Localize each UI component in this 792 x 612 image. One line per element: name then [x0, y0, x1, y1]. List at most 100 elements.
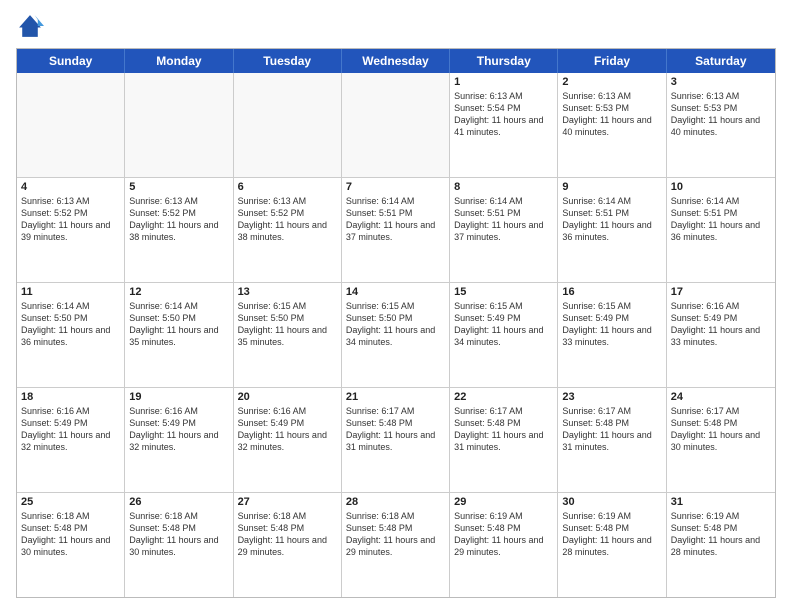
cal-cell-day-27: 27 Sunrise: 6:18 AM Sunset: 5:48 PM Dayli…: [234, 493, 342, 597]
cal-header-wednesday: Wednesday: [342, 49, 450, 73]
day-number: 10: [671, 181, 771, 193]
cal-cell-day-28: 28 Sunrise: 6:18 AM Sunset: 5:48 PM Dayli…: [342, 493, 450, 597]
cell-info: Sunrise: 6:14 AM Sunset: 5:51 PM Dayligh…: [346, 195, 445, 244]
cal-header-monday: Monday: [125, 49, 233, 73]
cell-info: Sunrise: 6:13 AM Sunset: 5:53 PM Dayligh…: [671, 90, 771, 139]
day-number: 26: [129, 496, 228, 508]
day-number: 19: [129, 391, 228, 403]
cal-cell-day-30: 30 Sunrise: 6:19 AM Sunset: 5:48 PM Dayli…: [558, 493, 666, 597]
cal-cell-day-10: 10 Sunrise: 6:14 AM Sunset: 5:51 PM Dayli…: [667, 178, 775, 282]
cal-cell-day-2: 2 Sunrise: 6:13 AM Sunset: 5:53 PM Daylig…: [558, 73, 666, 177]
cell-info: Sunrise: 6:15 AM Sunset: 5:50 PM Dayligh…: [238, 300, 337, 349]
day-number: 7: [346, 181, 445, 193]
cell-info: Sunrise: 6:13 AM Sunset: 5:52 PM Dayligh…: [129, 195, 228, 244]
logo: [16, 12, 48, 40]
cell-info: Sunrise: 6:13 AM Sunset: 5:52 PM Dayligh…: [238, 195, 337, 244]
calendar-body: 1 Sunrise: 6:13 AM Sunset: 5:54 PM Daylig…: [17, 73, 775, 597]
cell-info: Sunrise: 6:14 AM Sunset: 5:51 PM Dayligh…: [562, 195, 661, 244]
cal-cell-day-20: 20 Sunrise: 6:16 AM Sunset: 5:49 PM Dayli…: [234, 388, 342, 492]
cal-cell-empty: [17, 73, 125, 177]
cal-cell-day-31: 31Sunrise: 6:19 AM Sunset: 5:48 PM Dayli…: [667, 493, 775, 597]
cal-cell-day-14: 14 Sunrise: 6:15 AM Sunset: 5:50 PM Dayli…: [342, 283, 450, 387]
cell-info: Sunrise: 6:15 AM Sunset: 5:49 PM Dayligh…: [454, 300, 553, 349]
cell-info: Sunrise: 6:16 AM Sunset: 5:49 PM Dayligh…: [238, 405, 337, 454]
cell-info: Sunrise: 6:18 AM Sunset: 5:48 PM Dayligh…: [346, 510, 445, 559]
cell-info: Sunrise: 6:19 AM Sunset: 5:48 PM Dayligh…: [454, 510, 553, 559]
day-number: 13: [238, 286, 337, 298]
cal-header-thursday: Thursday: [450, 49, 558, 73]
cell-info: Sunrise: 6:16 AM Sunset: 5:49 PM Dayligh…: [671, 300, 771, 349]
day-number: 4: [21, 181, 120, 193]
cal-cell-day-4: 4 Sunrise: 6:13 AM Sunset: 5:52 PM Daylig…: [17, 178, 125, 282]
day-number: 17: [671, 286, 771, 298]
day-number: 25: [21, 496, 120, 508]
cell-info: Sunrise: 6:18 AM Sunset: 5:48 PM Dayligh…: [129, 510, 228, 559]
day-number: 30: [562, 496, 661, 508]
day-number: 24: [671, 391, 771, 403]
cell-info: Sunrise: 6:16 AM Sunset: 5:49 PM Dayligh…: [21, 405, 120, 454]
cal-cell-empty: [234, 73, 342, 177]
cal-header-tuesday: Tuesday: [234, 49, 342, 73]
cell-info: Sunrise: 6:13 AM Sunset: 5:54 PM Dayligh…: [454, 90, 553, 139]
cell-info: Sunrise: 6:18 AM Sunset: 5:48 PM Dayligh…: [238, 510, 337, 559]
day-number: 11: [21, 286, 120, 298]
cal-cell-day-3: 3 Sunrise: 6:13 AM Sunset: 5:53 PM Daylig…: [667, 73, 775, 177]
cal-cell-day-25: 25 Sunrise: 6:18 AM Sunset: 5:48 PM Dayli…: [17, 493, 125, 597]
cell-info: Sunrise: 6:13 AM Sunset: 5:53 PM Dayligh…: [562, 90, 661, 139]
cal-cell-day-6: 6 Sunrise: 6:13 AM Sunset: 5:52 PM Daylig…: [234, 178, 342, 282]
cal-header-friday: Friday: [558, 49, 666, 73]
day-number: 16: [562, 286, 661, 298]
cell-info: Sunrise: 6:15 AM Sunset: 5:49 PM Dayligh…: [562, 300, 661, 349]
calendar: SundayMondayTuesdayWednesdayThursdayFrid…: [16, 48, 776, 598]
day-number: 22: [454, 391, 553, 403]
cal-cell-empty: [342, 73, 450, 177]
cal-cell-day-5: 5 Sunrise: 6:13 AM Sunset: 5:52 PM Daylig…: [125, 178, 233, 282]
cell-info: Sunrise: 6:14 AM Sunset: 5:51 PM Dayligh…: [671, 195, 771, 244]
cal-cell-day-13: 13 Sunrise: 6:15 AM Sunset: 5:50 PM Dayli…: [234, 283, 342, 387]
day-number: 3: [671, 76, 771, 88]
cal-cell-day-18: 18 Sunrise: 6:16 AM Sunset: 5:49 PM Dayli…: [17, 388, 125, 492]
day-number: 8: [454, 181, 553, 193]
day-number: 23: [562, 391, 661, 403]
day-number: 1: [454, 76, 553, 88]
cal-row-0: 1 Sunrise: 6:13 AM Sunset: 5:54 PM Daylig…: [17, 73, 775, 177]
cal-cell-day-23: 23 Sunrise: 6:17 AM Sunset: 5:48 PM Dayli…: [558, 388, 666, 492]
cell-info: Sunrise: 6:17 AM Sunset: 5:48 PM Dayligh…: [671, 405, 771, 454]
cal-cell-day-17: 17 Sunrise: 6:16 AM Sunset: 5:49 PM Dayli…: [667, 283, 775, 387]
cal-cell-day-26: 26 Sunrise: 6:18 AM Sunset: 5:48 PM Dayli…: [125, 493, 233, 597]
day-number: 28: [346, 496, 445, 508]
cal-header-saturday: Saturday: [667, 49, 775, 73]
day-number: 18: [21, 391, 120, 403]
calendar-header-row: SundayMondayTuesdayWednesdayThursdayFrid…: [17, 49, 775, 73]
day-number: 14: [346, 286, 445, 298]
day-number: 2: [562, 76, 661, 88]
cell-info: Sunrise: 6:14 AM Sunset: 5:51 PM Dayligh…: [454, 195, 553, 244]
day-number: 5: [129, 181, 228, 193]
cell-info: Sunrise: 6:15 AM Sunset: 5:50 PM Dayligh…: [346, 300, 445, 349]
cal-cell-day-19: 19Sunrise: 6:16 AM Sunset: 5:49 PM Dayli…: [125, 388, 233, 492]
day-number: 31: [671, 496, 771, 508]
cal-cell-day-16: 16 Sunrise: 6:15 AM Sunset: 5:49 PM Dayli…: [558, 283, 666, 387]
cal-cell-empty: [125, 73, 233, 177]
day-number: 20: [238, 391, 337, 403]
cal-row-4: 25 Sunrise: 6:18 AM Sunset: 5:48 PM Dayli…: [17, 492, 775, 597]
cal-cell-day-1: 1 Sunrise: 6:13 AM Sunset: 5:54 PM Daylig…: [450, 73, 558, 177]
cell-info: Sunrise: 6:17 AM Sunset: 5:48 PM Dayligh…: [346, 405, 445, 454]
day-number: 29: [454, 496, 553, 508]
day-number: 27: [238, 496, 337, 508]
day-number: 6: [238, 181, 337, 193]
cell-info: Sunrise: 6:13 AM Sunset: 5:52 PM Dayligh…: [21, 195, 120, 244]
cell-info: Sunrise: 6:17 AM Sunset: 5:48 PM Dayligh…: [562, 405, 661, 454]
cell-info: Sunrise: 6:18 AM Sunset: 5:48 PM Dayligh…: [21, 510, 120, 559]
cal-cell-day-29: 29 Sunrise: 6:19 AM Sunset: 5:48 PM Dayli…: [450, 493, 558, 597]
cell-info: Sunrise: 6:19 AM Sunset: 5:48 PM Dayligh…: [562, 510, 661, 559]
cal-cell-day-21: 21Sunrise: 6:17 AM Sunset: 5:48 PM Dayli…: [342, 388, 450, 492]
cell-info: Sunrise: 6:14 AM Sunset: 5:50 PM Dayligh…: [129, 300, 228, 349]
cal-cell-day-22: 22 Sunrise: 6:17 AM Sunset: 5:48 PM Dayli…: [450, 388, 558, 492]
cell-info: Sunrise: 6:14 AM Sunset: 5:50 PM Dayligh…: [21, 300, 120, 349]
cal-row-1: 4 Sunrise: 6:13 AM Sunset: 5:52 PM Daylig…: [17, 177, 775, 282]
cal-cell-day-12: 12Sunrise: 6:14 AM Sunset: 5:50 PM Dayli…: [125, 283, 233, 387]
cell-info: Sunrise: 6:17 AM Sunset: 5:48 PM Dayligh…: [454, 405, 553, 454]
cal-cell-day-11: 11 Sunrise: 6:14 AM Sunset: 5:50 PM Dayli…: [17, 283, 125, 387]
header: [16, 12, 776, 40]
